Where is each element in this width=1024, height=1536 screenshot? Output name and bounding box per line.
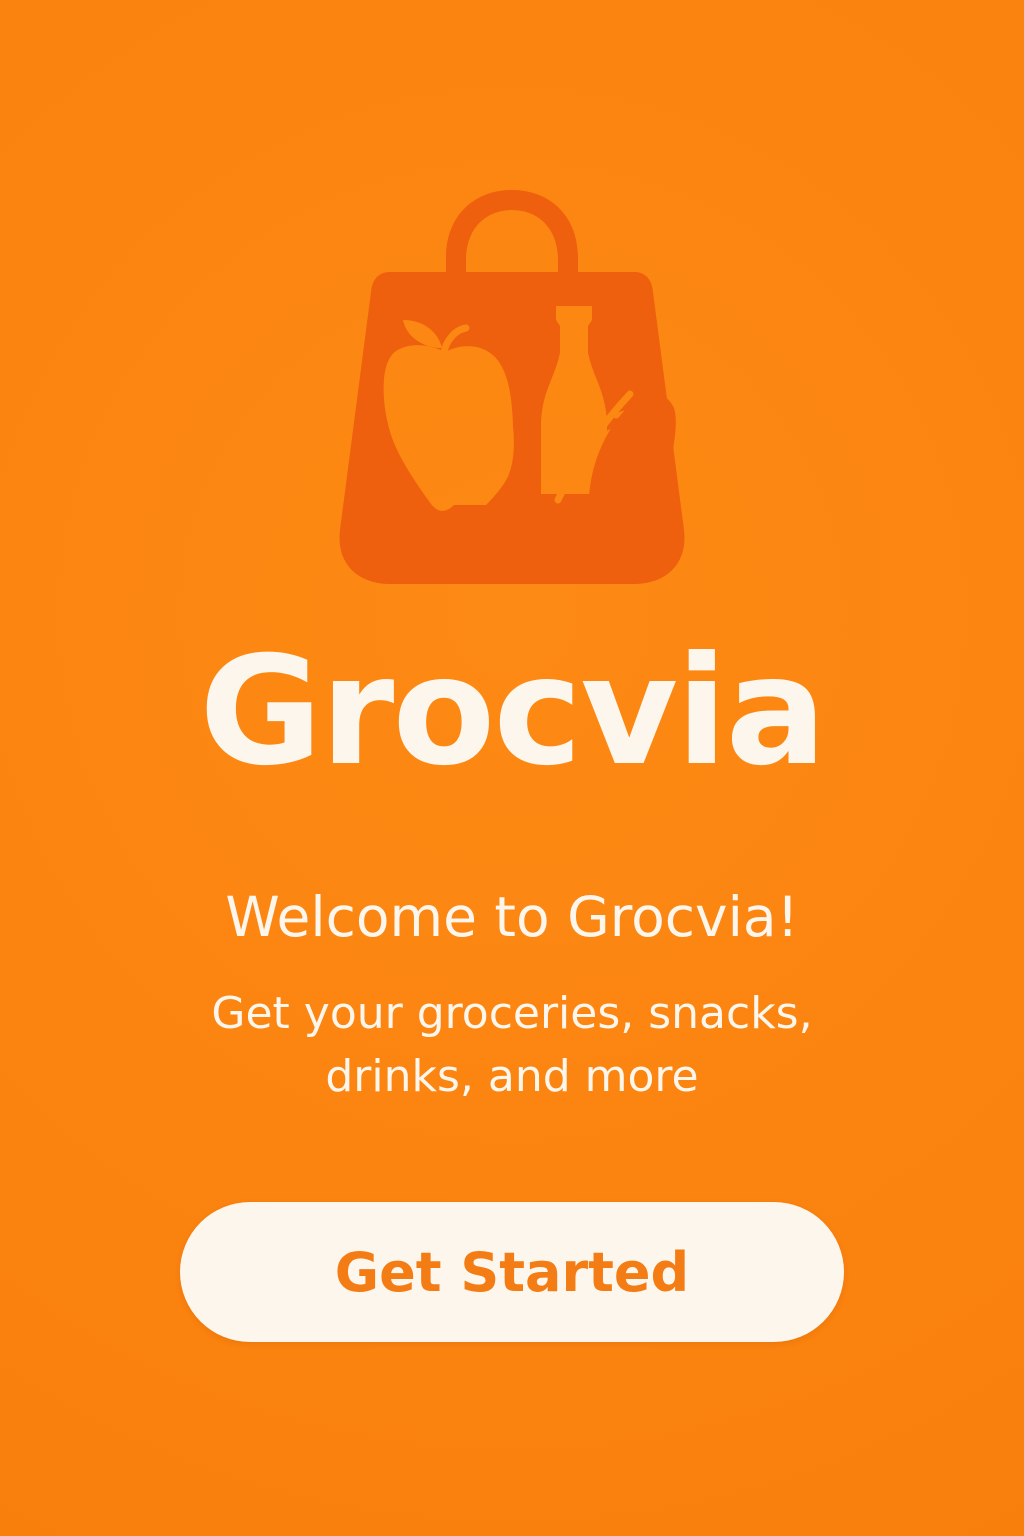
shopping-bag-with-groceries-icon [339,190,685,584]
welcome-title: Welcome to Grocvia! [225,885,799,949]
get-started-label: Get Started [334,1240,690,1304]
welcome-subtitle: Get your groceries, snacks, drinks, and … [211,988,813,1102]
app-name-logo-text: Grocvia [199,625,826,799]
welcome-screen: Grocvia Welcome to Grocvia! Get your gro… [0,0,1024,1536]
get-started-button[interactable]: Get Started [180,1202,844,1342]
